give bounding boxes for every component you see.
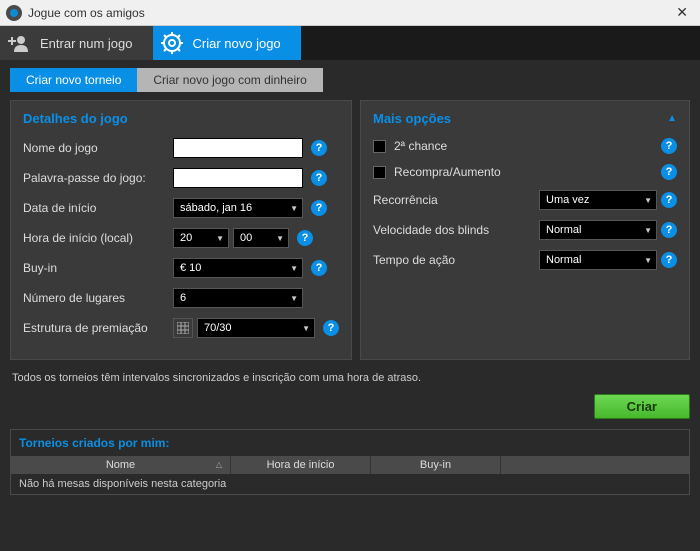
help-icon[interactable]: ? (311, 170, 327, 186)
col-start-time[interactable]: Hora de início (231, 456, 371, 474)
table-header: Nome△ Hora de início Buy-in (11, 456, 689, 474)
start-time-label: Hora de início (local) (23, 231, 173, 245)
create-button[interactable]: Criar (594, 394, 690, 419)
seats-select[interactable]: 6 (173, 288, 303, 308)
prize-select[interactable]: 70/30 (197, 318, 315, 338)
game-name-input[interactable] (173, 138, 303, 158)
recurrence-label: Recorrência (373, 193, 539, 207)
footer-note: Todos os torneios têm intervalos sincron… (10, 360, 690, 394)
blinds-label: Velocidade dos blinds (373, 223, 539, 237)
start-date-label: Data de início (23, 201, 173, 215)
titlebar: Jogue com os amigos ✕ (0, 0, 700, 26)
tab-create-label: Criar novo jogo (193, 36, 281, 51)
help-icon[interactable]: ? (661, 192, 677, 208)
panel-game-details: Detalhes do jogo Nome do jogo ? Palavra-… (10, 100, 352, 360)
sort-icon: △ (216, 460, 222, 469)
seats-label: Número de lugares (23, 291, 173, 305)
blinds-select[interactable]: Normal (539, 220, 657, 240)
tab-create-game[interactable]: Criar novo jogo (153, 26, 301, 60)
tab-enter-game[interactable]: Entrar num jogo (0, 26, 153, 60)
help-icon[interactable]: ? (661, 138, 677, 154)
start-date-select[interactable]: sábado, jan 16 (173, 198, 303, 218)
buyin-label: Buy-in (23, 261, 173, 275)
panel-options-title: Mais opções (373, 111, 451, 126)
my-tournaments-title: Torneios criados por mim: (11, 430, 689, 456)
close-icon[interactable]: ✕ (670, 2, 694, 23)
window-title: Jogue com os amigos (28, 6, 670, 20)
password-label: Palavra-passe do jogo: (23, 171, 173, 185)
collapse-icon[interactable]: ▲ (667, 113, 677, 124)
subtab-cash[interactable]: Criar novo jogo com dinheiro (137, 68, 322, 92)
help-icon[interactable]: ? (661, 252, 677, 268)
tab-enter-label: Entrar num jogo (40, 36, 133, 51)
minute-select[interactable]: 00 (233, 228, 289, 248)
second-chance-label: 2ª chance (394, 139, 657, 153)
buyin-select[interactable]: € 10 (173, 258, 303, 278)
action-time-select[interactable]: Normal (539, 250, 657, 270)
gear-icon (161, 32, 183, 54)
col-buyin[interactable]: Buy-in (371, 456, 501, 474)
primary-tabs: Entrar num jogo Criar novo jogo (0, 26, 700, 60)
help-icon[interactable]: ? (311, 260, 327, 276)
panel-details-title: Detalhes do jogo (23, 111, 339, 126)
action-time-label: Tempo de ação (373, 253, 539, 267)
grid-icon[interactable] (173, 318, 193, 338)
add-user-icon (8, 32, 30, 54)
col-name[interactable]: Nome△ (11, 456, 231, 474)
hour-select[interactable]: 20 (173, 228, 229, 248)
rebuy-label: Recompra/Aumento (394, 165, 657, 179)
subtab-tournament[interactable]: Criar novo torneio (10, 68, 137, 92)
empty-message: Não há mesas disponíveis nesta categoria (11, 474, 689, 494)
col-spacer (501, 456, 689, 474)
my-tournaments-panel: Torneios criados por mim: Nome△ Hora de … (10, 429, 690, 495)
recurrence-select[interactable]: Uma vez (539, 190, 657, 210)
app-icon (6, 5, 22, 21)
help-icon[interactable]: ? (661, 164, 677, 180)
rebuy-checkbox[interactable] (373, 166, 386, 179)
panel-more-options: Mais opções ▲ 2ª chance ? Recompra/Aumen… (360, 100, 690, 360)
password-input[interactable] (173, 168, 303, 188)
help-icon[interactable]: ? (311, 140, 327, 156)
prize-label: Estrutura de premiação (23, 321, 173, 335)
help-icon[interactable]: ? (661, 222, 677, 238)
help-icon[interactable]: ? (297, 230, 313, 246)
help-icon[interactable]: ? (311, 200, 327, 216)
help-icon[interactable]: ? (323, 320, 339, 336)
second-chance-checkbox[interactable] (373, 140, 386, 153)
sub-tabs: Criar novo torneio Criar novo jogo com d… (10, 68, 690, 92)
game-name-label: Nome do jogo (23, 141, 173, 155)
